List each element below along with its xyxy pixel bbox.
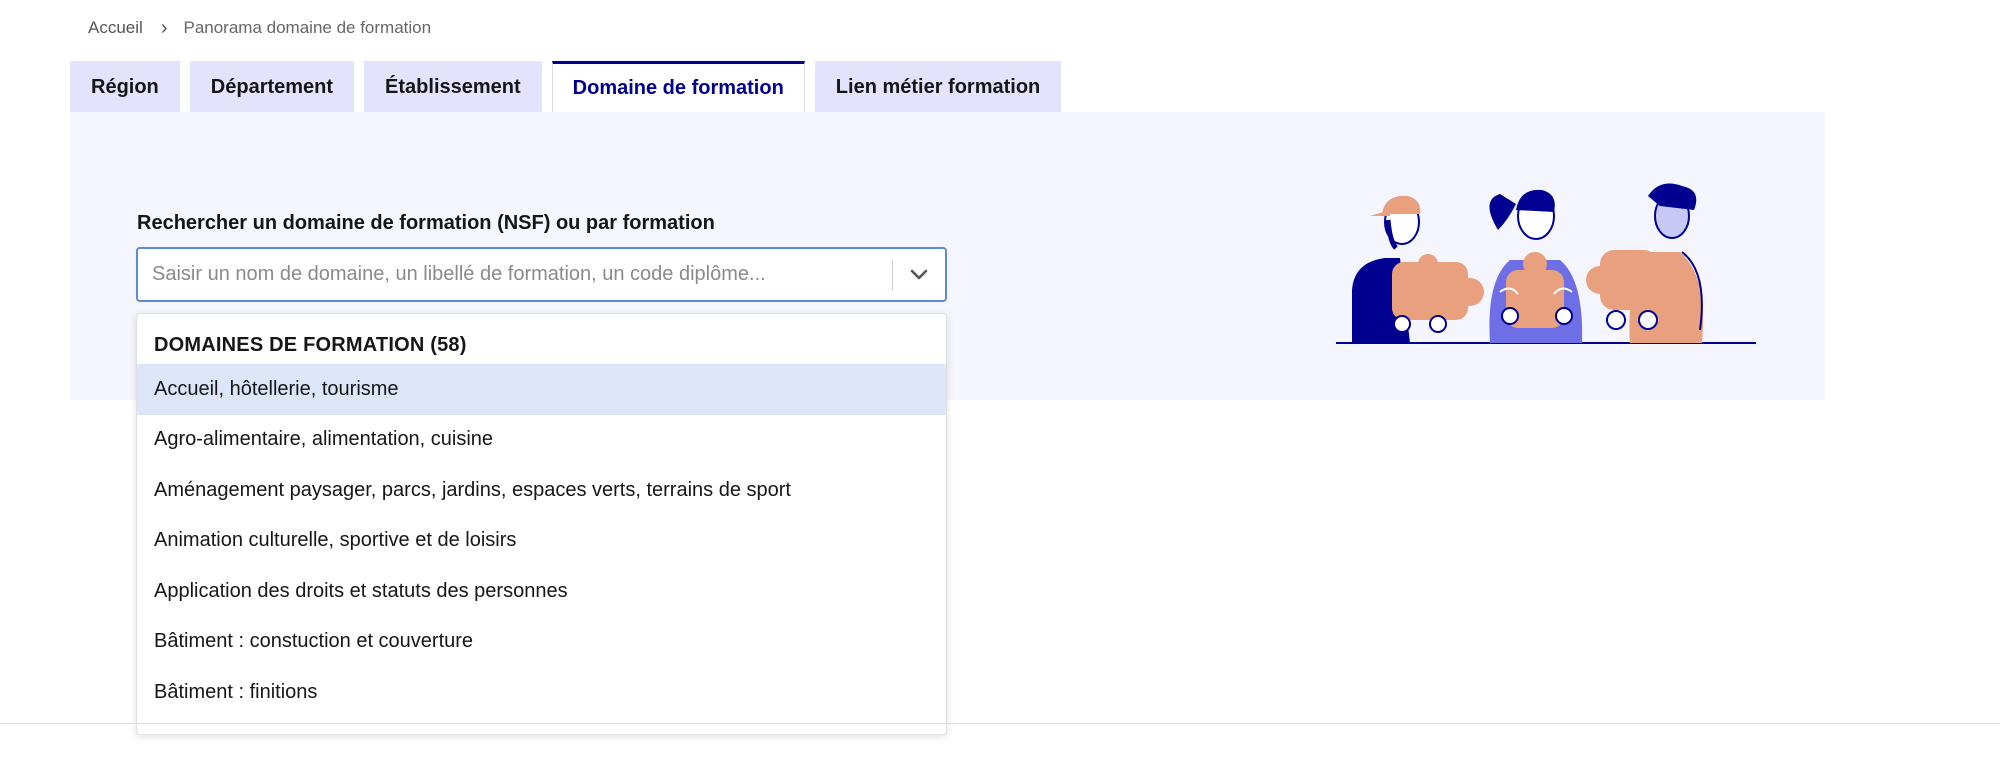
breadcrumb: Accueil › Panorama domaine de formation bbox=[88, 18, 431, 38]
dropdown-option[interactable]: Accueil, hôtellerie, tourisme bbox=[137, 364, 946, 415]
person-middle bbox=[1489, 189, 1583, 343]
footer-divider bbox=[0, 723, 2000, 724]
search-combobox[interactable] bbox=[136, 247, 947, 302]
person-right bbox=[1586, 183, 1704, 343]
tab-lien-metier-formation[interactable]: Lien métier formation bbox=[814, 61, 1062, 113]
person-left bbox=[1352, 195, 1484, 343]
chevron-down-icon bbox=[910, 269, 928, 279]
dropdown-option[interactable]: Agro-alimentaire, alimentation, cuisine bbox=[137, 415, 946, 466]
dropdown-option[interactable]: Bâtiment : constuction et couverture bbox=[137, 617, 946, 668]
dropdown-toggle-button[interactable] bbox=[893, 249, 945, 300]
tab-etablissement[interactable]: Établissement bbox=[364, 61, 542, 113]
dropdown-option[interactable]: Bâtiment : finitions bbox=[137, 667, 946, 718]
people-puzzle-illustration bbox=[1336, 183, 1756, 344]
dropdown-menu: DOMAINES DE FORMATION (58) Accueil, hôte… bbox=[136, 313, 947, 735]
tab-list: Région Département Établissement Domaine… bbox=[70, 61, 1062, 113]
search-label: Rechercher un domaine de formation (NSF)… bbox=[137, 212, 715, 234]
tab-domaine-de-formation[interactable]: Domaine de formation bbox=[551, 61, 805, 113]
breadcrumb-current: Panorama domaine de formation bbox=[183, 18, 432, 37]
dropdown-option[interactable]: Application des droits et statuts des pe… bbox=[137, 566, 946, 617]
search-input[interactable] bbox=[138, 249, 892, 300]
tab-departement[interactable]: Département bbox=[189, 61, 355, 113]
dropdown-option[interactable]: Aménagement paysager, parcs, jardins, es… bbox=[137, 465, 946, 516]
dropdown-option[interactable]: Animation culturelle, sportive et de loi… bbox=[137, 516, 946, 567]
breadcrumb-home-link[interactable]: Accueil bbox=[88, 18, 143, 38]
dropdown-group-header: DOMAINES DE FORMATION (58) bbox=[154, 334, 467, 356]
chevron-right-icon: › bbox=[160, 17, 168, 39]
tab-region[interactable]: Région bbox=[70, 61, 180, 113]
